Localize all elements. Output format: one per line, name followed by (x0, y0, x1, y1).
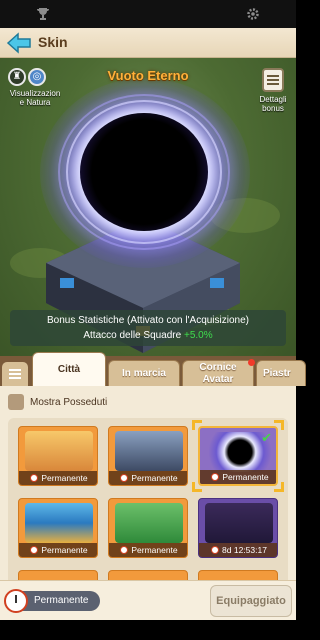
equipped-check-icon: ✔ (261, 430, 272, 445)
show-owned-label: Mostra Posseduti (30, 397, 108, 408)
header-bar: Skin (0, 28, 296, 58)
notification-badge (248, 359, 255, 366)
skin-duration: Permanente (41, 473, 88, 483)
tab-plate[interactable]: Piastr (256, 360, 306, 386)
clock-icon (30, 546, 39, 554)
skin-thumbnail (205, 503, 273, 543)
selection-corner (192, 482, 202, 492)
back-button[interactable] (6, 31, 32, 55)
bonus-details-label: Dettagli bonus (259, 95, 287, 113)
trophy-icon[interactable] (36, 7, 50, 21)
clock-icon (30, 474, 39, 482)
skin-duration: Permanente (41, 545, 88, 555)
tab-plate-label: Piastr (263, 367, 291, 379)
duration-selector[interactable]: Permanente (4, 589, 100, 613)
list-menu-button[interactable] (2, 362, 28, 386)
skin-duration: Permanente (131, 545, 178, 555)
clock-icon (120, 474, 129, 482)
skin-thumbnail (115, 431, 183, 471)
skin-card[interactable]: Permanente (18, 426, 98, 486)
skin-thumbnail (25, 503, 93, 543)
settings-icon[interactable] (246, 7, 260, 21)
tab-city[interactable]: Città (32, 352, 106, 386)
bonus-details-button[interactable]: Dettagli bonus (254, 68, 292, 113)
selection-corner (274, 420, 284, 430)
skin-card[interactable]: Permanente (108, 426, 188, 486)
tab-marching[interactable]: In marcia (108, 360, 180, 386)
show-owned-checkbox[interactable] (8, 394, 24, 410)
selection-corner (274, 482, 284, 492)
skin-timer: 8d 12:53:17 (222, 545, 267, 555)
visualization-label: Visualizzazion e Natura (9, 89, 61, 108)
skin-duration: Permanente (222, 472, 269, 482)
duration-label: Permanente (34, 595, 89, 606)
black-hole-portal (80, 113, 208, 231)
bottom-action-bar: Permanente Equipaggiato (0, 580, 296, 620)
tab-bar: Città In marcia Cornice Avatar Piastr (0, 352, 306, 386)
bonus-stats-box: Bonus Statistiche (Attivato con l'Acquis… (10, 310, 286, 346)
tab-city-label: Città (57, 363, 81, 375)
status-bar (0, 0, 296, 28)
skin-thumbnail (115, 503, 183, 543)
clock-icon (211, 546, 220, 554)
show-owned-filter[interactable]: Mostra Posseduti (8, 394, 208, 410)
page-title: Skin (38, 34, 68, 50)
skin-name: Vuoto Eterno (107, 68, 189, 83)
skin-card[interactable]: 8d 12:53:17 (198, 498, 278, 558)
arrow-left-icon (6, 32, 31, 54)
equip-button[interactable]: Equipaggiato (210, 585, 292, 617)
tab-avatar-frame[interactable]: Cornice Avatar (182, 359, 255, 386)
skin-card[interactable]: Permanente (108, 498, 188, 558)
tab-avatar-frame-label: Cornice Avatar (199, 361, 237, 385)
system-nav-bar (0, 620, 296, 640)
skin-thumbnail (25, 431, 93, 471)
bonus-line: Attacco delle Squadre +5.0% (10, 330, 286, 341)
clock-icon (4, 589, 28, 613)
selection-corner (192, 420, 202, 430)
skin-card-selected[interactable]: ✔ Permanente (198, 426, 278, 486)
clock-icon (211, 473, 220, 481)
document-icon (262, 68, 284, 92)
skin-duration: Permanente (131, 473, 178, 483)
bonus-title: Bonus Statistiche (Attivato con l'Acquis… (46, 315, 249, 326)
skin-preview: ♜ ◎ Visualizzazion e Natura Vuoto Eterno … (0, 58, 296, 356)
tab-marching-label: In marcia (122, 367, 166, 379)
bonus-stat-name: Attacco delle Squadre (83, 330, 184, 341)
clock-icon (120, 546, 129, 554)
skin-card[interactable]: Permanente (18, 498, 98, 558)
bonus-stat-value: +5.0% (183, 330, 213, 341)
